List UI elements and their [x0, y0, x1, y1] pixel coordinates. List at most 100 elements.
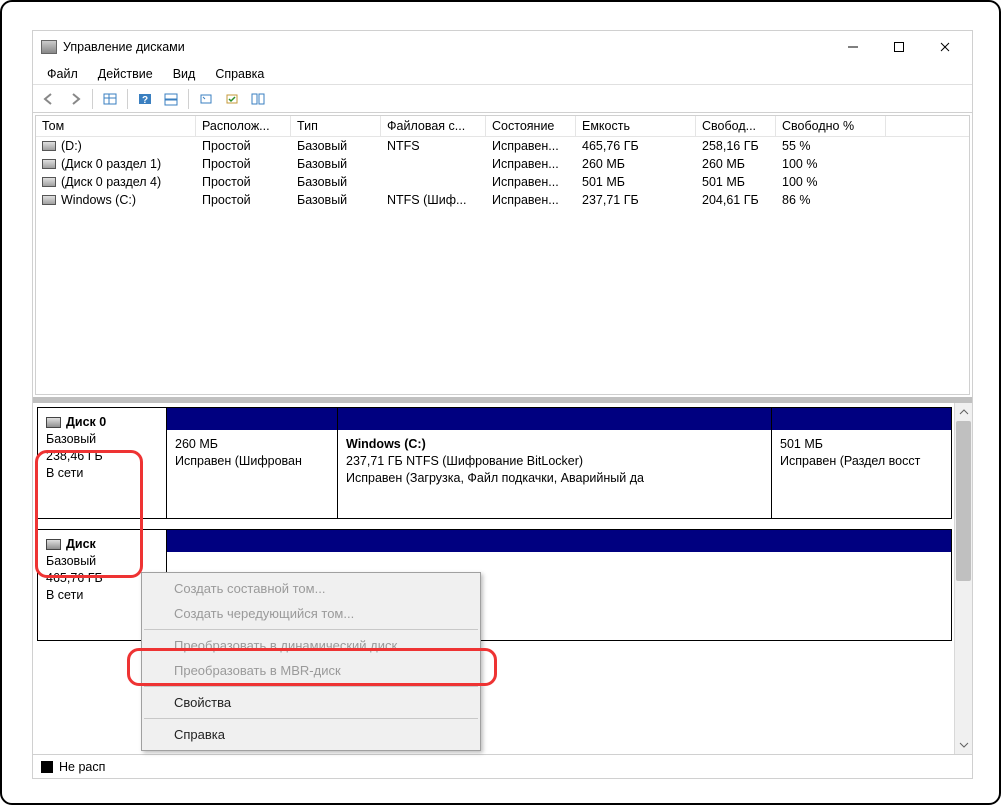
- layout-button[interactable]: [246, 88, 270, 110]
- help-button[interactable]: ?: [133, 88, 157, 110]
- disk-0-partition-1[interactable]: 260 МБ Исправен (Шифрован: [167, 408, 337, 518]
- volume-layout: Простой: [196, 192, 291, 208]
- volume-free: 260 МБ: [696, 156, 776, 172]
- disk-icon: [46, 539, 61, 550]
- scroll-down-icon[interactable]: [955, 736, 972, 754]
- volume-free: 501 МБ: [696, 174, 776, 190]
- volume-layout: Простой: [196, 174, 291, 190]
- disk-0-partition-2[interactable]: Windows (C:) 237,71 ГБ NTFS (Шифрование …: [337, 408, 771, 518]
- volume-freepct: 86 %: [776, 192, 886, 208]
- volume-filesystem: NTFS (Шиф...: [381, 192, 486, 208]
- disk-0-size: 238,46 ГБ: [46, 448, 158, 465]
- legend-unallocated-label: Не расп: [59, 760, 105, 774]
- volume-filesystem: [381, 174, 486, 190]
- volume-name: (Диск 0 раздел 1): [61, 157, 161, 171]
- refresh-button[interactable]: [194, 88, 218, 110]
- volume-free: 204,61 ГБ: [696, 192, 776, 208]
- volume-type: Базовый: [291, 192, 381, 208]
- window-title: Управление дисками: [63, 40, 830, 54]
- disk-0: Диск 0 Базовый 238,46 ГБ В сети 260 МБ И…: [37, 407, 952, 519]
- disk-context-menu: Создать составной том... Создать чередую…: [141, 572, 481, 751]
- app-icon: [41, 40, 57, 54]
- ctx-convert-dynamic: Преобразовать в динамический диск...: [142, 633, 480, 658]
- volume-icon: [42, 159, 56, 169]
- volume-row[interactable]: (Диск 0 раздел 4) ПростойБазовый Исправен.…: [36, 173, 969, 191]
- toolbar: ?: [33, 85, 972, 113]
- disk-management-window: Управление дисками Файл Действие Вид Спр…: [32, 30, 973, 779]
- col-capacity[interactable]: Емкость: [576, 116, 696, 136]
- vertical-scrollbar[interactable]: [954, 403, 972, 754]
- disk-0-info[interactable]: Диск 0 Базовый 238,46 ГБ В сети: [37, 407, 167, 519]
- disk-icon: [46, 417, 61, 428]
- forward-button[interactable]: [63, 88, 87, 110]
- volume-icon: [42, 141, 56, 151]
- volume-freepct: 100 %: [776, 174, 886, 190]
- disk-0-partition-3[interactable]: 501 МБ Исправен (Раздел восст: [771, 408, 951, 518]
- col-free[interactable]: Свобод...: [696, 116, 776, 136]
- titlebar: Управление дисками: [33, 31, 972, 63]
- volume-row[interactable]: (Диск 0 раздел 1) ПростойБазовый Исправен.…: [36, 155, 969, 173]
- volume-name: (Диск 0 раздел 4): [61, 175, 161, 189]
- volume-icon: [42, 195, 56, 205]
- apply-button[interactable]: [220, 88, 244, 110]
- volume-type: Базовый: [291, 138, 381, 154]
- volume-list: Том Располож... Тип Файловая с... Состоя…: [35, 115, 970, 395]
- volume-type: Базовый: [291, 156, 381, 172]
- volume-row[interactable]: (D:) ПростойБазовыйNTFSИсправен...465,76 …: [36, 137, 969, 155]
- col-filesystem[interactable]: Файловая с...: [381, 116, 486, 136]
- minimize-button[interactable]: [830, 32, 876, 62]
- disk-0-type: Базовый: [46, 431, 158, 448]
- ctx-help[interactable]: Справка: [142, 722, 480, 747]
- menu-help[interactable]: Справка: [205, 65, 274, 83]
- col-layout[interactable]: Располож...: [196, 116, 291, 136]
- legend-bar: Не расп: [33, 754, 972, 778]
- volume-freepct: 100 %: [776, 156, 886, 172]
- volume-capacity: 260 МБ: [576, 156, 696, 172]
- volume-status: Исправен...: [486, 174, 576, 190]
- volume-capacity: 501 МБ: [576, 174, 696, 190]
- volume-layout: Простой: [196, 156, 291, 172]
- col-type[interactable]: Тип: [291, 116, 381, 136]
- disk-0-status: В сети: [46, 465, 158, 482]
- disk-0-title: Диск 0: [66, 414, 106, 431]
- maximize-button[interactable]: [876, 32, 922, 62]
- ctx-create-spanned: Создать составной том...: [142, 576, 480, 601]
- menubar: Файл Действие Вид Справка: [33, 63, 972, 85]
- back-button[interactable]: [37, 88, 61, 110]
- legend-swatch-unallocated: [41, 761, 53, 773]
- ctx-properties[interactable]: Свойства: [142, 690, 480, 715]
- close-button[interactable]: [922, 32, 968, 62]
- menu-file[interactable]: Файл: [37, 65, 88, 83]
- disk-0-partitions: 260 МБ Исправен (Шифрован Windows (C:) 2…: [167, 407, 952, 519]
- col-volume[interactable]: Том: [36, 116, 196, 136]
- volume-filesystem: NTFS: [381, 138, 486, 154]
- scroll-up-icon[interactable]: [955, 403, 972, 421]
- volume-freepct: 55 %: [776, 138, 886, 154]
- volume-capacity: 237,71 ГБ: [576, 192, 696, 208]
- volume-name: (D:): [61, 139, 82, 153]
- col-freepct[interactable]: Свободно %: [776, 116, 886, 136]
- col-status[interactable]: Состояние: [486, 116, 576, 136]
- volume-type: Базовый: [291, 174, 381, 190]
- volume-list-header: Том Располож... Тип Файловая с... Состоя…: [36, 116, 969, 137]
- disk-1-title: Диск: [66, 536, 96, 553]
- menu-action[interactable]: Действие: [88, 65, 163, 83]
- volume-name: Windows (C:): [61, 193, 136, 207]
- scrollbar-thumb[interactable]: [956, 421, 971, 581]
- volume-status: Исправен...: [486, 138, 576, 154]
- view-details-button[interactable]: [98, 88, 122, 110]
- volume-free: 258,16 ГБ: [696, 138, 776, 154]
- volume-row[interactable]: Windows (C:) ПростойБазовыйNTFS (Шиф...Ис…: [36, 191, 969, 209]
- volume-filesystem: [381, 156, 486, 172]
- volume-layout: Простой: [196, 138, 291, 154]
- volume-capacity: 465,76 ГБ: [576, 138, 696, 154]
- volume-status: Исправен...: [486, 156, 576, 172]
- volume-icon: [42, 177, 56, 187]
- volume-status: Исправен...: [486, 192, 576, 208]
- disk-1-type: Базовый: [46, 553, 158, 570]
- ctx-convert-mbr: Преобразовать в MBR-диск: [142, 658, 480, 683]
- ctx-create-striped: Создать чередующийся том...: [142, 601, 480, 626]
- view-top-bottom-button[interactable]: [159, 88, 183, 110]
- menu-view[interactable]: Вид: [163, 65, 206, 83]
- svg-text:?: ?: [142, 95, 148, 106]
